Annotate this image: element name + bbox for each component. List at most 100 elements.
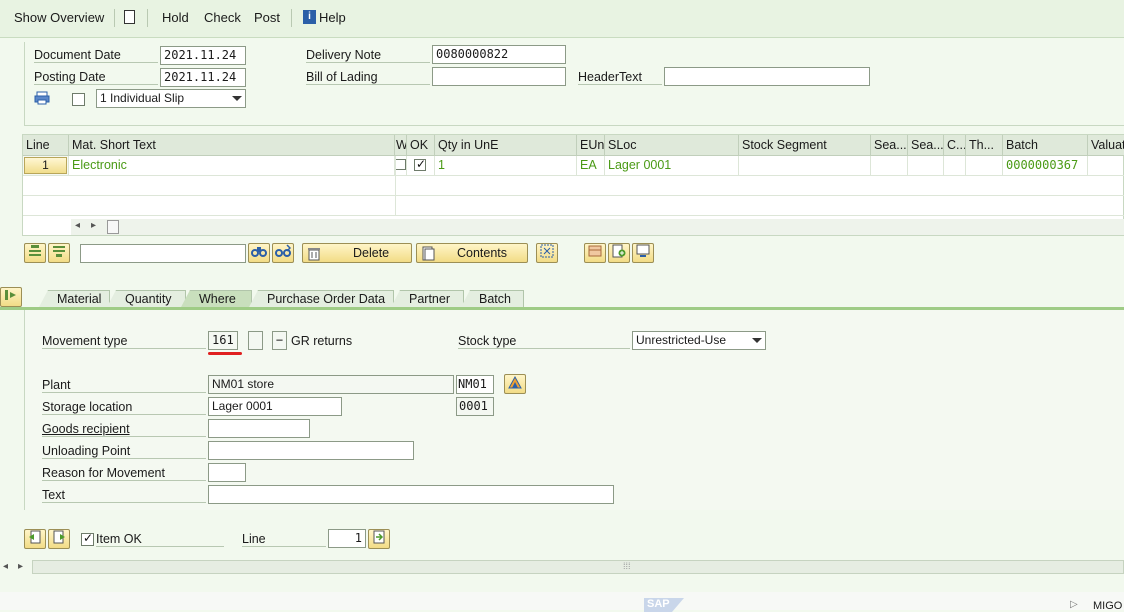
ok-checkbox[interactable]: [414, 157, 426, 171]
bill-of-lading-field[interactable]: [432, 67, 566, 86]
go-to-line-icon[interactable]: [368, 529, 390, 549]
scroll-grip-icon: ⁞⁞⁞: [623, 561, 631, 571]
table-cell[interactable]: [908, 156, 944, 176]
chevron-down-icon: [752, 338, 762, 343]
table-row: [23, 176, 1124, 196]
post-button[interactable]: Post: [254, 10, 280, 25]
line-selector-button[interactable]: 1: [24, 157, 67, 174]
deselect-all-icon[interactable]: [48, 243, 70, 263]
scroll-thumb[interactable]: [107, 220, 119, 234]
column-header[interactable]: SLoc: [605, 135, 739, 156]
table-row: 1: [23, 156, 69, 176]
help-icon[interactable]: i: [303, 10, 316, 24]
contents-label: Contents: [457, 246, 508, 260]
qty-cell[interactable]: 1: [435, 156, 577, 176]
w-checkbox[interactable]: [395, 159, 406, 170]
goods-recipient-field[interactable]: [208, 419, 310, 438]
column-header[interactable]: Th...: [966, 135, 1003, 156]
toolbar-separator: [147, 9, 148, 27]
expand-status-icon[interactable]: ▷: [1070, 599, 1078, 610]
scroll-right-icon[interactable]: ▸: [91, 220, 96, 231]
eun-cell[interactable]: EA: [577, 156, 605, 176]
column-header[interactable]: Stock Segment: [739, 135, 871, 156]
contents-button[interactable]: Contents: [416, 243, 528, 263]
text-field[interactable]: [208, 485, 614, 504]
batch-cell[interactable]: 0000000367: [1003, 156, 1088, 176]
find-icon[interactable]: [248, 243, 270, 263]
column-header[interactable]: Batch: [1003, 135, 1088, 156]
document-icon: [421, 246, 435, 266]
delete-button[interactable]: Delete: [302, 243, 412, 263]
slip-select[interactable]: 1 Individual Slip: [96, 89, 246, 108]
print-checkbox[interactable]: [72, 93, 85, 106]
toolbar-separator: [291, 9, 292, 27]
find-next-icon[interactable]: [272, 243, 294, 263]
reason-for-movement-field[interactable]: [208, 463, 246, 482]
movement-sign-field: −: [272, 331, 287, 350]
storage-location-name-field[interactable]: Lager 0001: [208, 397, 342, 416]
stock-type-select[interactable]: Unrestricted-Use: [632, 331, 766, 350]
scroll-left-icon[interactable]: ◂: [3, 561, 8, 572]
column-header[interactable]: EUn: [577, 135, 605, 156]
table-cell[interactable]: [871, 156, 908, 176]
hold-button[interactable]: Hold: [162, 10, 189, 25]
previous-item-icon[interactable]: [24, 529, 46, 549]
red-underline-annotation: [208, 352, 242, 355]
delete-label: Delete: [353, 246, 390, 260]
trash-icon: [307, 246, 321, 266]
storage-location-code-field: 0001: [456, 397, 494, 416]
document-date-label: Document Date: [34, 48, 158, 63]
stock-segment-cell[interactable]: [739, 156, 871, 176]
column-header[interactable]: Line: [23, 135, 69, 156]
sloc-cell[interactable]: Lager 0001: [605, 156, 739, 176]
show-overview-button[interactable]: Show Overview: [14, 10, 104, 25]
table-scrollbar[interactable]: ◂ ▸: [71, 219, 1124, 235]
plant-address-icon[interactable]: [504, 374, 526, 394]
mat-short-text-cell[interactable]: Electronic: [69, 156, 395, 176]
add-line-icon[interactable]: [608, 243, 630, 263]
document-icon[interactable]: [124, 10, 135, 24]
collapse-detail-icon[interactable]: [0, 287, 22, 307]
column-header[interactable]: OK: [407, 135, 435, 156]
table-cell[interactable]: [944, 156, 966, 176]
posting-date-label: Posting Date: [34, 70, 158, 85]
scroll-right-icon[interactable]: ▸: [18, 561, 23, 572]
column-header[interactable]: C...: [944, 135, 966, 156]
horizontal-scrollbar[interactable]: ⁞⁞⁞: [32, 560, 1124, 574]
item-ok-checkbox[interactable]: [81, 531, 94, 546]
select-all-icon[interactable]: [24, 243, 46, 263]
scroll-left-icon[interactable]: ◂: [75, 220, 80, 231]
column-header[interactable]: W: [395, 135, 407, 156]
transaction-code: MIGO: [1093, 600, 1123, 612]
item-search-input[interactable]: [80, 244, 246, 263]
ok-cell: [407, 156, 435, 176]
column-header[interactable]: Sea...: [871, 135, 908, 156]
header-text-field[interactable]: [664, 67, 870, 86]
delivery-note-field[interactable]: 0080000822: [432, 45, 566, 64]
goods-recipient-label[interactable]: Goods recipient: [42, 422, 206, 437]
layout-icon[interactable]: [584, 243, 606, 263]
unloading-point-field[interactable]: [208, 441, 414, 460]
posting-date-field[interactable]: 2021.11.24: [160, 68, 246, 87]
column-header[interactable]: Sea...: [908, 135, 944, 156]
configure-icon[interactable]: [632, 243, 654, 263]
document-date-field[interactable]: 2021.11.24: [160, 46, 246, 65]
table-cell[interactable]: [966, 156, 1003, 176]
column-header[interactable]: Qty in UnE: [435, 135, 577, 156]
next-item-icon[interactable]: [48, 529, 70, 549]
stock-type-value: Unrestricted-Use: [636, 333, 727, 347]
check-button[interactable]: Check: [204, 10, 241, 25]
printer-icon[interactable]: [34, 91, 50, 105]
text-label: Text: [42, 488, 206, 503]
movement-type-label: Movement type: [42, 334, 206, 349]
column-header[interactable]: Valuat: [1088, 135, 1124, 156]
movement-indicator-field[interactable]: [248, 331, 263, 350]
movement-type-field[interactable]: 161: [208, 331, 238, 350]
table-cell[interactable]: [1088, 156, 1124, 176]
plant-code-field[interactable]: NM01: [456, 375, 494, 394]
plant-name-field: NM01 store: [208, 375, 454, 394]
column-header[interactable]: Mat. Short Text: [69, 135, 395, 156]
expand-icon[interactable]: [536, 243, 558, 263]
line-number-field[interactable]: 1: [328, 529, 366, 548]
help-button[interactable]: Help: [319, 10, 346, 25]
